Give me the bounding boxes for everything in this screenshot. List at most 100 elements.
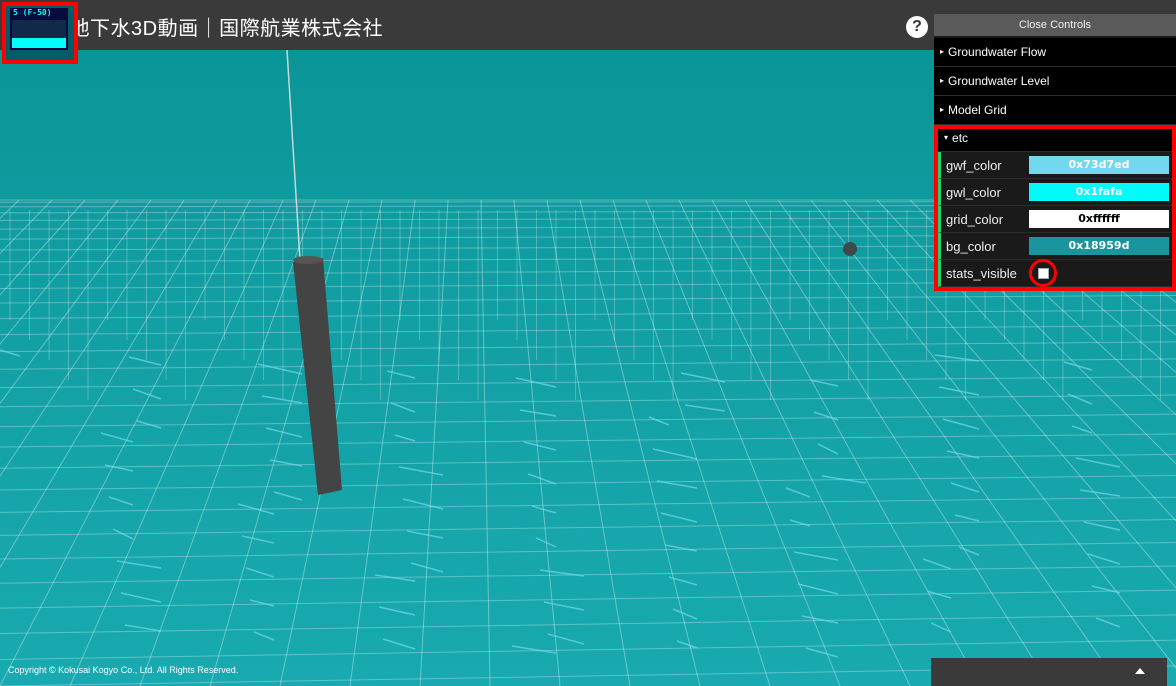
flow-streak <box>684 404 726 412</box>
flow-streak <box>1079 489 1121 497</box>
flow-streak <box>1083 521 1121 531</box>
marker-sphere <box>843 242 857 256</box>
grid-row-line <box>0 496 1176 513</box>
folder-label: etc <box>952 131 969 145</box>
grid-row-line <box>0 358 1176 370</box>
folder-label: Groundwater Flow <box>948 45 1047 59</box>
bottom-panel-toggle[interactable] <box>931 658 1167 686</box>
caret-right-icon: ▸ <box>940 105 945 114</box>
grid-row-line <box>0 294 1176 304</box>
flow-streak <box>1091 585 1121 594</box>
grid-color-input[interactable]: 0xffffff <box>1029 210 1169 228</box>
flow-streak <box>1063 361 1093 371</box>
flow-streak <box>954 514 980 522</box>
flow-streak <box>785 487 811 498</box>
well-cylinder <box>293 258 342 495</box>
gwf-color-input[interactable]: 0x73d7ed <box>1029 156 1169 174</box>
flow-streak <box>648 416 670 426</box>
grid-depth-line <box>678 199 911 686</box>
flow-streak <box>938 386 980 396</box>
flow-streak <box>660 512 698 523</box>
gwl-color-label: gwl_color <box>946 185 1001 200</box>
stats-monitor: 5 (F-50) <box>10 8 68 50</box>
flow-streak <box>128 356 162 366</box>
flow-streak <box>922 558 952 570</box>
folder-etc-title[interactable]: ▾ etc <box>938 129 1172 152</box>
grid-depth-line <box>0 199 251 686</box>
flow-streak <box>801 615 839 624</box>
grid-row-line <box>0 394 1176 408</box>
stats-visible-checkbox[interactable] <box>1038 268 1049 279</box>
grid-depth-line <box>0 199 152 405</box>
folder-groundwater-level[interactable]: ▸ Groundwater Level <box>934 67 1176 96</box>
flow-streak <box>120 592 162 603</box>
flow-streak <box>253 631 275 641</box>
controls-panel: Close Controls ▸ Groundwater Flow ▸ Ground… <box>934 14 1176 291</box>
caret-down-icon: ▾ <box>944 133 949 142</box>
grid-depth-line <box>0 199 119 345</box>
fps-graph <box>12 20 66 48</box>
gwl-color-row: gwl_color 0x1fafa <box>938 179 1172 206</box>
flow-streak <box>249 599 275 607</box>
flow-streak <box>273 491 303 501</box>
flow-streak <box>668 576 698 586</box>
grid-row-line <box>0 309 1176 319</box>
copyright-text: Copyright © Kokusai Kogyo Co., Ltd. All … <box>8 665 239 675</box>
flow-streak <box>527 473 557 485</box>
stats-visible-highlight <box>1029 259 1057 287</box>
grid-row-line <box>0 541 1176 560</box>
flow-streak <box>382 638 416 650</box>
grid-depth-line <box>546 199 631 686</box>
grid-row-line <box>0 433 1176 448</box>
flow-streak <box>394 434 416 442</box>
grid-depth-line <box>0 199 53 255</box>
flow-streak <box>523 441 557 451</box>
stats-visible-label: stats_visible <box>946 266 1017 281</box>
arrow-up-icon <box>1135 668 1145 674</box>
flow-streak <box>817 443 839 455</box>
flow-streak <box>519 409 557 417</box>
flow-streak <box>108 496 134 506</box>
grid-depth-line <box>0 199 86 296</box>
close-controls-button[interactable]: Close Controls <box>934 14 1176 38</box>
grid-row-line <box>0 614 1176 634</box>
grid-row-line <box>0 519 1176 536</box>
caret-right-icon: ▸ <box>940 47 945 56</box>
stats-panel[interactable]: 5 (F-50) <box>2 2 78 64</box>
gwl-color-input[interactable]: 0x1fafa <box>1029 183 1169 201</box>
bg-color-label: bg_color <box>946 239 996 254</box>
grid-row-line <box>0 639 1176 660</box>
flow-streak <box>261 395 303 404</box>
flow-streak <box>1095 617 1121 628</box>
flow-streak <box>265 427 303 438</box>
flow-streak <box>805 647 839 658</box>
flow-streak <box>672 608 698 620</box>
app-stage: 触れる地下水3D動画｜国際航業株式会社 ? 5 (F-50) Close Con… <box>0 0 1176 686</box>
stats-visible-row: stats_visible <box>938 259 1172 287</box>
grid-depth-line <box>645 199 841 686</box>
flow-streak <box>378 606 416 616</box>
folder-groundwater-flow[interactable]: ▸ Groundwater Flow <box>934 38 1176 67</box>
gwf-color-label: gwf_color <box>946 158 1002 173</box>
bg-color-input[interactable]: 0x18959d <box>1029 237 1169 255</box>
fps-readout: 5 (F-50) <box>13 8 52 17</box>
flow-streak <box>793 551 839 561</box>
grid-depth-line <box>0 199 218 569</box>
flow-streak <box>958 546 980 556</box>
well-cap <box>293 256 323 264</box>
gwf-color-row: gwf_color 0x73d7ed <box>938 152 1172 179</box>
flow-streak <box>652 448 698 460</box>
folder-model-grid[interactable]: ▸ Model Grid <box>934 96 1176 125</box>
folder-etc: ▾ etc gwf_color 0x73d7ed gwl_color 0x1faf… <box>934 125 1176 291</box>
flow-streak <box>398 466 444 476</box>
bg-color-row: bg_color 0x18959d <box>938 233 1172 260</box>
flow-streak <box>390 402 416 413</box>
grid-depth-line <box>480 199 491 686</box>
help-icon[interactable]: ? <box>906 16 928 38</box>
flow-streak <box>934 354 980 362</box>
fps-graph-bars <box>12 38 66 48</box>
flow-streak <box>132 388 162 400</box>
grid-row-line <box>0 413 1176 428</box>
flow-streak <box>104 464 134 472</box>
flow-streak <box>257 363 303 375</box>
